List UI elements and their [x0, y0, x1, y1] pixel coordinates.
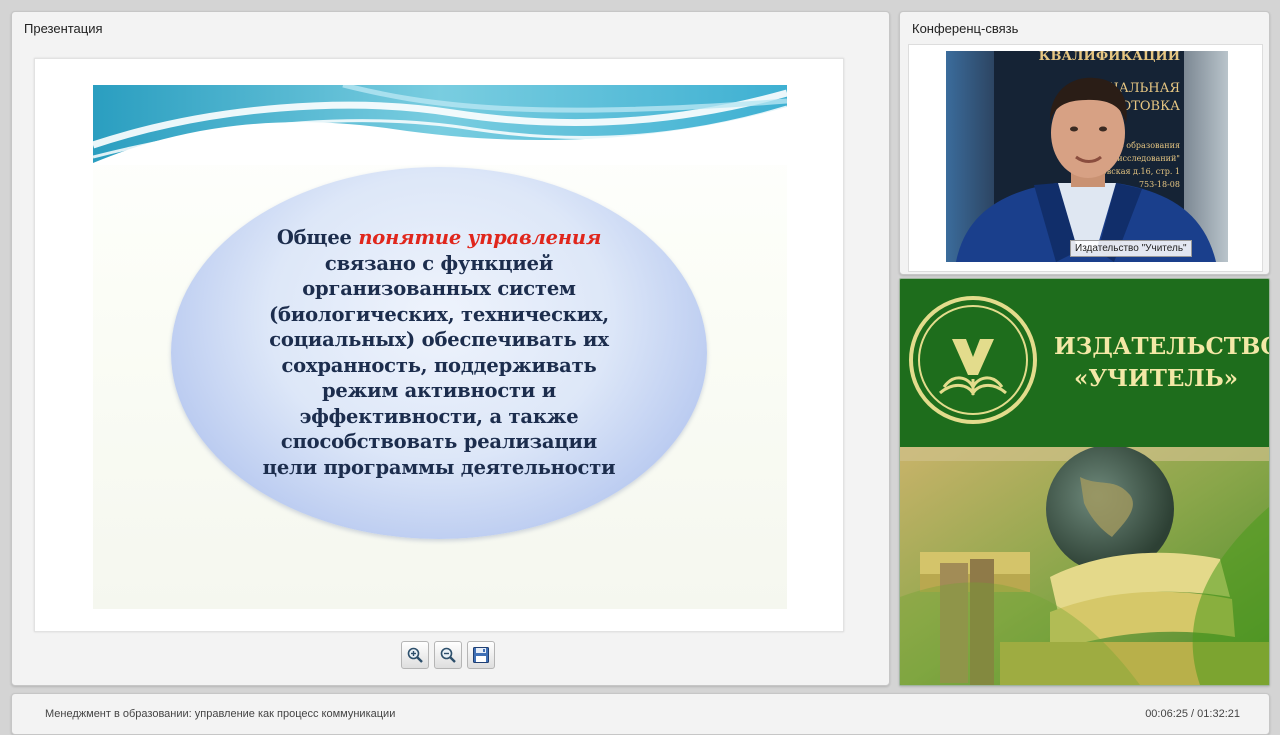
text-ellipse: Общее понятие управления связано с функц… [171, 167, 707, 539]
video-caption: Издательство "Учитель" [1070, 240, 1192, 257]
presentation-slide: Общее понятие управления связано с функц… [34, 58, 844, 632]
slide-line: социальных) обеспечивать их [269, 328, 609, 351]
books-globe-image [900, 447, 1269, 685]
slide-line: связано с функцией [324, 251, 554, 275]
course-title: Менеджмент в образовании: управление как… [45, 708, 396, 720]
slide-content: Общее понятие управления связано с функц… [93, 85, 787, 609]
slide-text-lead: Общее [276, 226, 359, 249]
slide-line: цели программы деятельности [262, 455, 616, 479]
promo-panel: ИЗДАТЕЛЬСТВО «УЧИТЕЛЬ» [899, 278, 1270, 686]
presentation-title: Презентация [24, 21, 103, 36]
slide-line: (биологических, технических, [269, 302, 609, 326]
conference-panel: Конференц-связь КВАЛИФИКАЦИИ ОНАЛЬНАЯ ОД… [899, 11, 1270, 275]
status-bar: Менеджмент в образовании: управление как… [11, 693, 1270, 735]
slide-toolbar [401, 641, 495, 669]
slide-line: организованных систем [302, 277, 576, 300]
zoom-out-icon [440, 647, 456, 663]
presenter-figure [956, 77, 1216, 262]
slide-highlight: понятие управления [358, 226, 602, 249]
video-feed[interactable]: КВАЛИФИКАЦИИ ОНАЛЬНАЯ ОДГОТОВКА центр об… [946, 51, 1228, 262]
publisher-name: ИЗДАТЕЛЬСТВО «УЧИТЕЛЬ» [1054, 331, 1270, 395]
playback-time: 00:06:25 / 01:32:21 [1145, 708, 1240, 720]
zoom-in-icon [407, 647, 423, 663]
zoom-out-button[interactable] [434, 641, 462, 669]
slide-text: Общее понятие управления связано с функц… [171, 225, 707, 480]
publisher-name-line2: «УЧИТЕЛЬ» [1073, 365, 1239, 392]
slide-line: способствовать реализации [280, 430, 598, 453]
wave-banner [93, 85, 787, 165]
slide-line: сохранность, поддерживать [281, 353, 597, 377]
video-frame: КВАЛИФИКАЦИИ ОНАЛЬНАЯ ОДГОТОВКА центр об… [908, 44, 1263, 272]
conference-title: Конференц-связь [912, 21, 1019, 36]
publisher-logo [909, 296, 1037, 424]
presentation-panel: Презентация Общее понятие управления свя… [11, 11, 890, 686]
save-icon [473, 647, 489, 663]
slide-line: эффективности, а также [299, 404, 579, 428]
slide-line: режим активности и [321, 379, 557, 402]
publisher-name-line1: ИЗДАТЕЛЬСТВО [1054, 333, 1270, 360]
zoom-in-button[interactable] [401, 641, 429, 669]
save-button[interactable] [467, 641, 495, 669]
